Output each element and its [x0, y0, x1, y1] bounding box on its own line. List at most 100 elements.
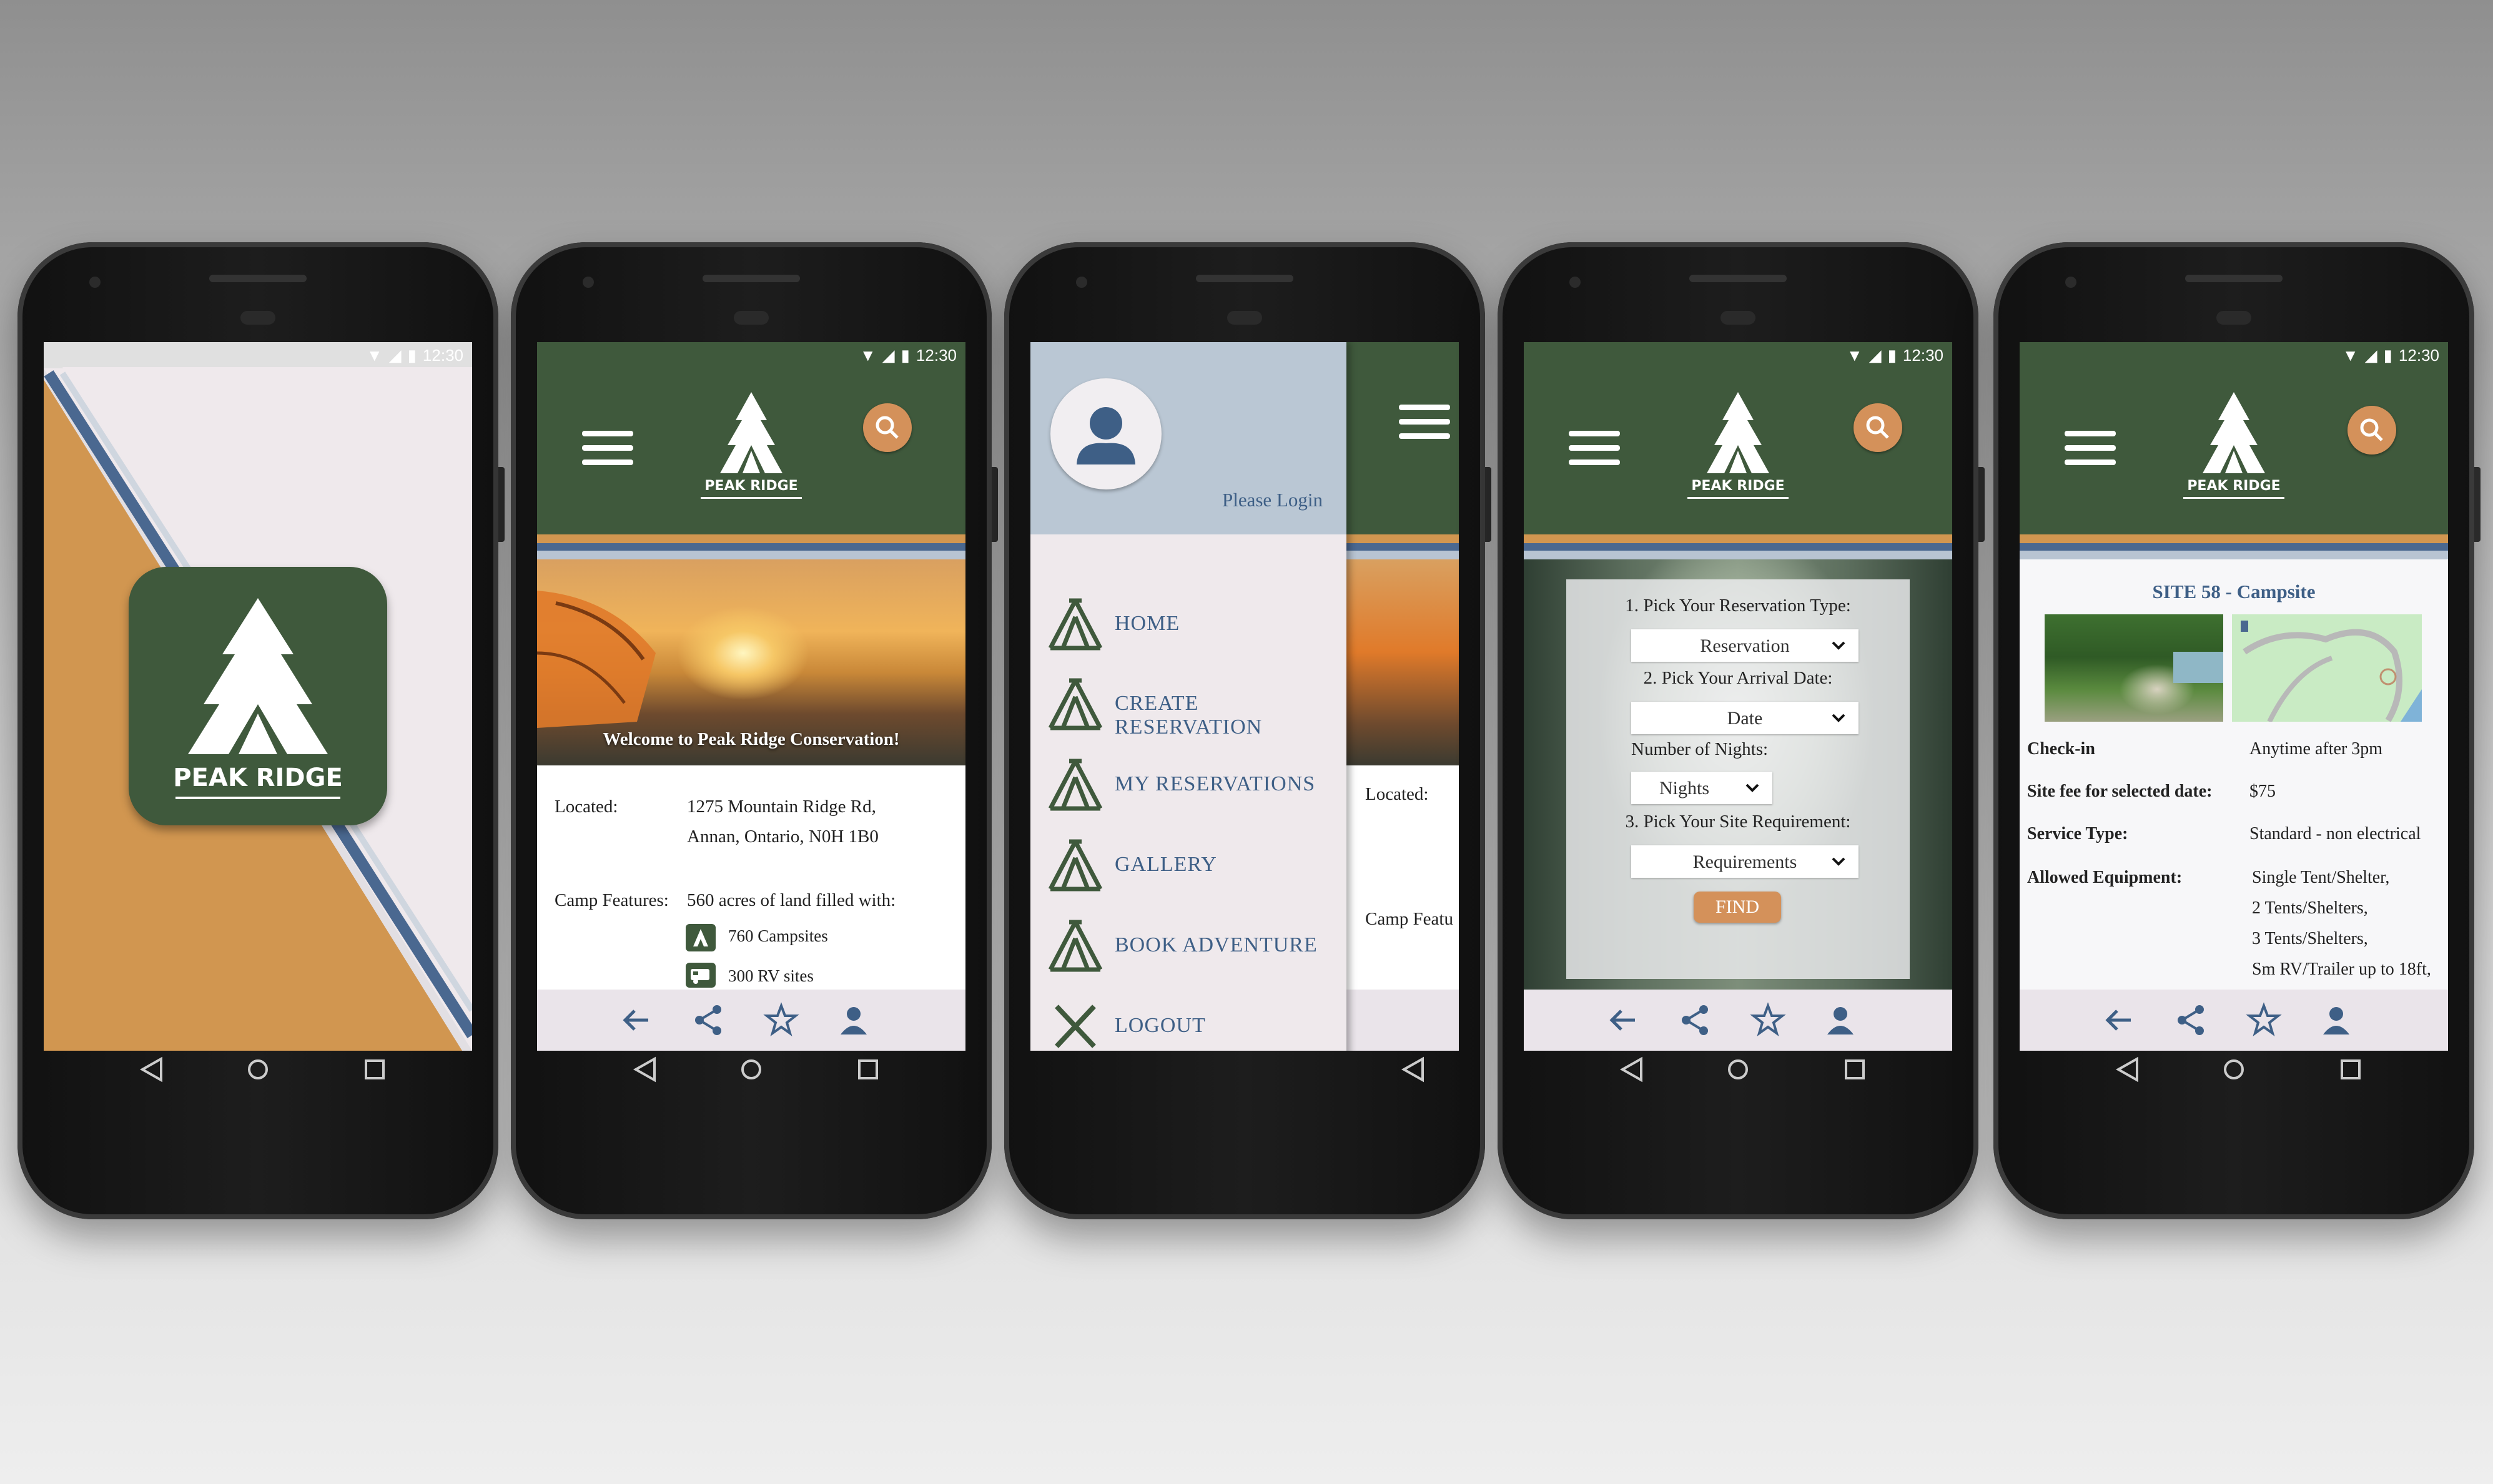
underlay-bottom-bar — [1343, 990, 1459, 1051]
profile-icon[interactable] — [1822, 1002, 1859, 1038]
power-button — [498, 467, 505, 542]
nav-drawer: Please Login HOME CREATE RESERVATION MY … — [1030, 342, 1346, 1051]
android-home-icon — [741, 1059, 761, 1079]
battery-icon: ▮ — [1887, 345, 1897, 365]
android-nav-bar — [633, 1056, 878, 1083]
chevron-down-icon — [1832, 857, 1845, 866]
bottom-action-bar — [537, 990, 965, 1051]
features-label: Camp Features: — [555, 890, 669, 910]
android-nav-bar — [2115, 1056, 2361, 1083]
chevron-down-icon — [1745, 784, 1759, 792]
tent-photo-element — [537, 591, 656, 728]
menu-item-logout[interactable]: LOGOUT — [1030, 994, 1346, 1051]
star-icon[interactable] — [763, 1002, 799, 1038]
equipment-item: 2 Tents/Shelters, — [2252, 898, 2368, 918]
back-arrow-icon[interactable] — [2101, 1002, 2137, 1038]
app-header: PEAK RIDGE — [2020, 368, 2448, 534]
tent-icon — [1048, 759, 1103, 811]
android-back-icon — [1401, 1056, 1424, 1083]
site-detail-screen: ▼ ◢ ▮ 12:30 PEAK RIDGE SITE 58 - Campsit… — [2020, 342, 2448, 1051]
front-camera — [89, 277, 101, 288]
android-back-icon — [633, 1056, 656, 1083]
arrival-date-label: 2. Pick Your Arrival Date: — [1643, 668, 1833, 688]
profile-icon[interactable] — [2318, 1002, 2354, 1038]
equipment-item: Single Tent/Shelter, — [2252, 868, 2390, 887]
menu-item-my-reservations[interactable]: MY RESERVATIONS — [1030, 752, 1346, 815]
campsite-icon — [686, 924, 716, 951]
splash-screen: ▼ ◢ ▮ 12:30 PEAK RIDGE — [44, 342, 472, 1051]
bottom-action-bar — [2020, 990, 2448, 1051]
login-link[interactable]: Please Login — [1222, 489, 1323, 511]
sensor — [240, 311, 275, 325]
share-icon[interactable] — [1677, 1002, 1714, 1038]
site-map[interactable] — [2232, 614, 2422, 723]
menu-icon[interactable] — [2065, 431, 2116, 466]
header-stripe — [2020, 551, 2448, 559]
menu-item-create-reservation[interactable]: CREATE RESERVATION — [1030, 672, 1346, 739]
hero-image: Welcome to Peak Ridge Conservation! — [537, 559, 965, 765]
header-stripe — [1524, 551, 1952, 559]
menu-item-book-adventure[interactable]: BOOK ADVENTURE — [1030, 913, 1346, 976]
underlay-located: Located: — [1365, 784, 1429, 804]
underlay-hero-image — [1343, 559, 1459, 765]
android-recents-icon — [858, 1059, 878, 1079]
menu-label-create-reservation: CREATE RESERVATION — [1115, 692, 1263, 739]
find-button[interactable]: FIND — [1694, 892, 1781, 923]
equipment-item: 3 Tents/Shelters, — [2252, 929, 2368, 948]
wifi-icon: ▼ — [2342, 345, 2359, 365]
power-button — [1485, 467, 1491, 542]
menu-screen: Located: Camp Featu Please Login HOME CR… — [1030, 342, 1459, 1051]
tent-icon — [1048, 920, 1103, 972]
bottom-action-bar — [1524, 990, 1952, 1051]
menu-label-gallery: GALLERY — [1115, 853, 1217, 876]
fee-value: $75 — [2249, 782, 2276, 801]
search-button[interactable] — [863, 403, 912, 452]
back-arrow-icon[interactable] — [618, 1002, 654, 1038]
search-icon — [876, 416, 899, 439]
menu-icon[interactable] — [582, 431, 633, 466]
equipment-item: Sm RV/Trailer up to 18ft, — [2252, 960, 2431, 979]
app-name: PEAK RIDGE — [173, 764, 343, 792]
menu-item-home[interactable]: HOME — [1030, 592, 1346, 654]
back-arrow-icon[interactable] — [1605, 1002, 1641, 1038]
site-photo[interactable] — [2045, 614, 2223, 722]
feature-rv-sites: 300 RV sites — [728, 966, 814, 985]
arrival-date-select[interactable]: Date — [1631, 702, 1859, 734]
app-header: PEAK RIDGE — [537, 368, 965, 534]
menu-icon[interactable] — [1399, 405, 1450, 440]
chevron-down-icon — [1832, 714, 1845, 722]
android-home-icon — [1728, 1059, 1748, 1079]
header-stripe — [2020, 534, 2448, 543]
android-recents-icon — [365, 1059, 385, 1079]
fee-label: Site fee for selected date: — [2027, 782, 2213, 801]
share-icon[interactable] — [2173, 1002, 2209, 1038]
menu-label-my-reservations: MY RESERVATIONS — [1115, 772, 1316, 795]
menu-icon[interactable] — [1569, 431, 1620, 466]
site-title: SITE 58 - Campsite — [2152, 581, 2316, 602]
phone-menu: Located: Camp Featu Please Login HOME CR… — [1004, 242, 1491, 1219]
star-icon[interactable] — [2246, 1002, 2282, 1038]
signal-icon: ◢ — [882, 345, 895, 365]
site-requirement-select[interactable]: Requirements — [1631, 845, 1859, 878]
site-requirement-value: Requirements — [1692, 852, 1797, 872]
reservation-type-select[interactable]: Reservation — [1631, 629, 1859, 662]
android-recents-icon — [2341, 1059, 2361, 1079]
power-button — [992, 467, 998, 542]
menu-item-gallery[interactable]: GALLERY — [1030, 833, 1346, 895]
search-button[interactable] — [2347, 406, 2396, 455]
power-button — [1978, 467, 1985, 542]
earpiece — [1689, 275, 1787, 282]
features-text: 560 acres of land filled with: — [687, 890, 896, 910]
avatar[interactable] — [1050, 378, 1162, 489]
star-icon[interactable] — [1750, 1002, 1786, 1038]
nights-select[interactable]: Nights — [1631, 772, 1772, 804]
status-time: 12:30 — [2398, 345, 2439, 365]
pine-tree-logo — [188, 598, 328, 754]
tent-icon — [1048, 598, 1103, 651]
search-button[interactable] — [1854, 403, 1902, 452]
header-stripe — [537, 543, 965, 551]
profile-icon[interactable] — [836, 1002, 872, 1038]
share-icon[interactable] — [691, 1002, 727, 1038]
service-type-label: Service Type: — [2027, 824, 2128, 843]
header-stripe — [537, 551, 965, 559]
